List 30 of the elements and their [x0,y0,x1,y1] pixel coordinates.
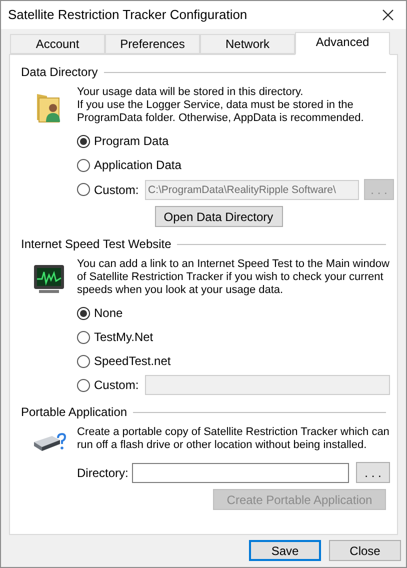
field-label: Directory: [77,464,130,482]
radio-button[interactable]: None [77,303,123,323]
radio-button[interactable]: TestMy.Net [77,327,154,347]
radio-button[interactable]: Custom: [77,375,145,395]
section-title: Portable Application [21,404,128,421]
monitor-graph-icon [33,264,65,294]
close-icon[interactable] [382,9,394,21]
action-button[interactable]: Open Data Directory [154,206,282,227]
text-field[interactable] [132,462,349,482]
radio-button[interactable]: SpeedTest.net [77,351,171,371]
folder-user-icon [35,92,63,124]
window-title: Satellite Restriction Tracker Configuration [8,6,248,24]
radio-button[interactable]: Custom: [77,180,145,200]
section-title: Internet Speed Test Website [21,236,172,253]
radio-circle[interactable] [77,306,90,320]
radio-button[interactable]: Application Data [77,155,182,175]
tab[interactable]: Network [200,34,295,54]
dialog-button[interactable]: Save [249,540,321,561]
section-description: Create a portable copy of Satellite Restriction Tracker which can run off a flash drive or other location without being installed. [77,426,390,452]
tab[interactable]: Account [10,34,105,54]
tab[interactable]: Preferences [105,34,200,54]
radio-circle[interactable] [77,134,90,148]
tab[interactable]: Advanced [295,32,390,55]
radio-button[interactable]: Program Data [77,131,169,151]
section-title: Data Directory [21,64,98,81]
browse-button[interactable]: . . . [356,462,390,483]
section-description: Your usage data will be stored in this directory. If you use the Logger Service, data must be stored in the ProgramData folder. Otherwise, AppData is recommended. [77,86,365,125]
dialog-button[interactable]: Close [329,540,401,561]
drive-question-icon [32,432,66,454]
section-description: You can add a link to an Internet Speed Test to the Main window of Satellite Restriction Tracker if you wish to check your current speeds when you look at your usage data. [77,258,390,297]
